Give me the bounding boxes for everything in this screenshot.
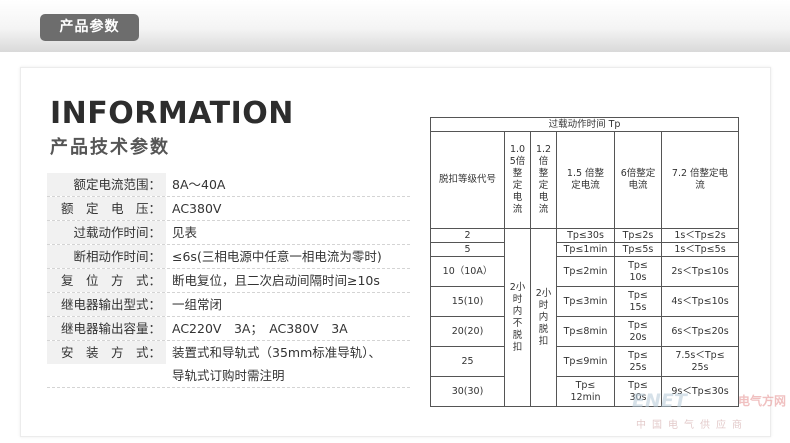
table-cell: Tp≤ 20s — [614, 316, 662, 347]
heading-chinese: 产品技术参数 — [50, 137, 170, 158]
table-merged-cell: 2小 时 内 不 脱 扣 — [504, 228, 531, 407]
overload-time-table: 过载动作时间 Tp 脱扣等级代号 1.0 5倍 整 定 电 流 1.2 倍 整 … — [430, 117, 739, 407]
table-cell: 30(30) — [430, 376, 505, 407]
table-cell: Tp≤ 15s — [614, 286, 662, 317]
param-row: 继电器输出容量： AC220V 3A； AC380V 3A — [47, 317, 410, 341]
table-cell: 1s＜Tp≤5s — [661, 242, 739, 257]
table-cell: 5 — [430, 242, 505, 257]
table-cell: 1s＜Tp≤2s — [661, 228, 739, 243]
table-cell: Tp≤9min — [556, 346, 615, 377]
table-merged-cell: 2小 时 内 脱 扣 — [530, 228, 557, 407]
table-cell: Tp≤2s — [614, 228, 662, 243]
param-label: 继电器输出容量： — [47, 317, 166, 340]
table-cell: Tp≤ 25s — [614, 346, 662, 377]
param-row: 额 定 电 压： AC380V — [47, 197, 410, 221]
table-header-cell: 1.2 倍 整 定 电 流 — [530, 131, 557, 229]
table-cell: 4s＜Tp≤10s — [661, 286, 739, 317]
table-cell: 10（10A） — [430, 256, 505, 287]
table-header-cell: 1.5 倍整 定电流 — [556, 131, 615, 229]
section-header-bar: 产品参数 — [0, 0, 790, 52]
table-cell: Tp≤3min — [556, 286, 615, 317]
table-title: 过载动作时间 Tp — [430, 117, 739, 132]
param-value: 装置式和导轨式（35mm标准导轨）、 导轨式订购时需注明 — [172, 341, 381, 387]
table-cell: 7.5s＜Tp≤ 25s — [661, 346, 739, 377]
param-value: ≤6s(三相电源中任意一相电流为零时) — [172, 249, 382, 264]
param-row: 断相动作时间： ≤6s(三相电源中任意一相电流为零时) — [47, 245, 410, 269]
param-value: AC220V 3A； AC380V 3A — [172, 321, 348, 336]
watermark-text: 电气方网 — [738, 394, 787, 408]
param-label: 额定电流范围： — [47, 173, 166, 196]
table-header-cell: 1.0 5倍 整 定 电 流 — [504, 131, 531, 229]
param-label: 继电器输出型式： — [47, 293, 166, 316]
table-cell: Tp≤ 12min — [556, 376, 615, 407]
param-label: 额 定 电 压： — [47, 197, 166, 220]
table-header-cell: 6倍整定 电流 — [614, 131, 662, 229]
table-cell: Tp≤5s — [614, 242, 662, 257]
watermark-subtext: 中国电气供应商 — [636, 420, 748, 431]
table-cell: 20(20) — [430, 316, 505, 347]
table-cell: 25 — [430, 346, 505, 377]
param-row: 额定电流范围： 8A～40A — [47, 173, 410, 197]
param-row: 安 装 方 式： 装置式和导轨式（35mm标准导轨）、 导轨式订购时需注明 — [47, 341, 410, 388]
table-cell: 2 — [430, 228, 505, 243]
param-value: 一组常闭 — [172, 297, 223, 312]
watermark-logo: ENET — [632, 390, 687, 412]
param-label: 过载动作时间： — [47, 221, 166, 244]
param-value: 断电复位，且二次启动间隔时间≥10s — [172, 273, 380, 288]
table-header-cell: 7.2 倍整定电 流 — [661, 131, 739, 229]
table-cell: 2s＜Tp≤10s — [661, 256, 739, 287]
param-value-line: 装置式和导轨式（35mm标准导轨）、 — [172, 345, 382, 360]
table-cell: Tp≤8min — [556, 316, 615, 347]
param-row: 继电器输出型式： 一组常闭 — [47, 293, 410, 317]
param-list: 额定电流范围： 8A～40A 额 定 电 压： AC380V 过载动作时间： 见… — [47, 173, 410, 388]
table-cell: Tp≤30s — [556, 228, 615, 243]
heading-english: INFORMATION — [50, 96, 294, 131]
param-value-line: 导轨式订购时需注明 — [172, 368, 285, 383]
param-value: 8A～40A — [172, 177, 226, 192]
table-header-cell: 脱扣等级代号 — [430, 131, 505, 229]
table-cell: Tp≤ 10s — [614, 256, 662, 287]
table-cell: Tp≤2min — [556, 256, 615, 287]
param-row: 复 位 方 式： 断电复位，且二次启动间隔时间≥10s — [47, 269, 410, 293]
param-value: 见表 — [172, 225, 198, 240]
table-cell: 6s＜Tp≤20s — [661, 316, 739, 347]
param-row: 过载动作时间： 见表 — [47, 221, 410, 245]
table-cell: 15(10) — [430, 286, 505, 317]
section-tab: 产品参数 — [40, 14, 139, 41]
table-cell: Tp≤1min — [556, 242, 615, 257]
param-label: 复 位 方 式： — [47, 269, 166, 292]
param-value: AC380V — [172, 201, 222, 216]
param-label: 断相动作时间： — [47, 245, 166, 268]
param-label: 安 装 方 式： — [47, 341, 166, 364]
